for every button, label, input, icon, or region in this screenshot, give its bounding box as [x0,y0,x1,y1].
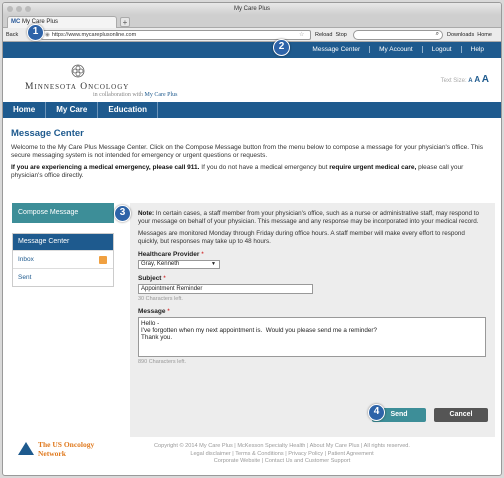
site-header: Minnesota Oncology in collaboration with… [3,58,501,102]
browser-window: My Care Plus MC My Care Plus + Back ◉ htt… [2,2,502,476]
nav-my-account[interactable]: My Account [369,46,422,53]
tab-bar: MC My Care Plus + [3,15,501,28]
provider-label: Healthcare Provider * [138,251,204,258]
page-title: Message Center [11,128,84,139]
window-titlebar: My Care Plus [3,3,501,15]
downloads-home-buttons[interactable]: Downloads Home [447,32,492,38]
reload-stop-buttons[interactable]: Reload Stop [315,32,347,38]
brand-name: Minnesota Oncology [25,82,130,92]
callout-3: 3 [114,205,131,222]
back-button[interactable]: Back [6,32,18,38]
callout-4: 4 [368,404,385,421]
text-size-label: Text Size: [440,78,467,84]
message-textarea[interactable]: Hello - I've forgotten when my next appo… [138,317,486,357]
lock-icon: ◉ [45,32,50,38]
nav-my-care[interactable]: My Care [46,102,99,118]
browser-search-field[interactable]: ⌕ [353,30,443,40]
text-size-medium[interactable]: A [474,75,480,84]
callout-2: 2 [273,39,290,56]
compose-message-button[interactable]: Compose Message [12,203,114,223]
compose-form: Note: In certain cases, a staff member f… [130,203,495,437]
browser-toolbar: Back ◉ https://www.mycareplusonline.com ☆… [3,28,501,42]
triangle-logo-icon [18,442,34,455]
message-char-count: 890 Characters left. [138,359,186,365]
subject-label: Subject * [138,275,166,282]
nav-home[interactable]: Home [3,102,47,118]
window-controls[interactable] [7,6,31,12]
text-size-control: Text Size: A A A [441,74,489,85]
bookmark-star-icon[interactable]: ☆ [299,31,304,38]
window-title: My Care Plus [233,6,270,12]
subject-char-count: 30 Characters left. [138,296,183,302]
text-size-small[interactable]: A [468,78,472,84]
emergency-notice: If you are experiencing a medical emerge… [11,164,464,179]
provider-select[interactable]: Gray, Kenneth ▼ [138,260,220,269]
message-label: Message * [138,308,170,315]
note-text: Note: In certain cases, a staff member f… [138,210,480,225]
chevron-down-icon: ▼ [211,261,216,267]
message-center-menu: Message Center Inbox Sent [12,233,114,287]
hours-text: Messages are monitored Monday through Fr… [138,230,465,245]
tab-favicon: MC [11,19,21,25]
cancel-button[interactable]: Cancel [434,408,488,422]
search-icon: ⌕ [435,31,439,37]
address-bar[interactable]: ◉ https://www.mycareplusonline.com [41,30,311,40]
intro-text: Welcome to the My Care Plus Message Cent… [11,144,483,159]
nav-logout[interactable]: Logout [421,46,461,53]
tab-title: My Care Plus [22,19,59,25]
browser-tab[interactable]: MC My Care Plus [7,16,117,28]
new-tab-button[interactable]: + [120,17,130,27]
new-message-icon [99,256,107,264]
sidebar-item-inbox[interactable]: Inbox [13,250,113,268]
form-actions: Send Cancel [372,408,488,422]
utility-nav: Message Center My Account Logout Help [3,42,501,58]
brand-subtitle: in collaboration with My Care Plus [93,92,178,98]
main-nav: Home My Care Education [3,102,501,118]
text-size-large[interactable]: A [482,74,489,85]
nav-message-center[interactable]: Message Center [303,46,369,53]
callout-1: 1 [27,24,44,41]
footer-links: Copyright © 2014 My Care Plus | McKesson… [154,443,410,464]
subject-input[interactable]: Appointment Reminder [138,284,313,294]
message-center-menu-header[interactable]: Message Center [13,234,113,250]
nav-help[interactable]: Help [460,46,493,53]
address-url: https://www.mycareplusonline.com [51,32,137,38]
sidebar: Compose Message Message Center Inbox Sen… [12,203,114,287]
nav-education[interactable]: Education [98,102,159,118]
flower-logo-icon [71,64,85,78]
main-content: Message Center Welcome to the My Care Pl… [3,128,501,179]
sidebar-item-sent[interactable]: Sent [13,268,113,286]
